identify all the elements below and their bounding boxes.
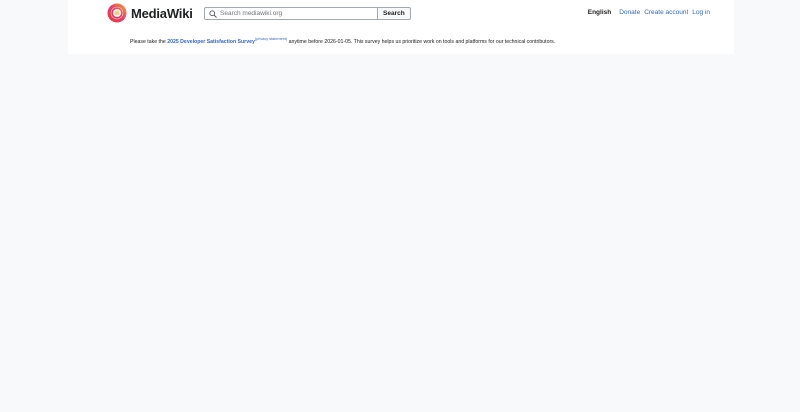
mediawiki-sunflower-icon [107,3,127,23]
notice-suffix: anytime before 2026-01-05. This survey h… [287,39,556,45]
search-box [204,7,377,20]
logo-text: MediaWiki [131,5,193,21]
search-button[interactable]: Search [377,7,411,20]
search-form: Search [204,7,411,20]
search-input[interactable] [217,8,370,19]
donate-link[interactable]: Donate [619,9,640,16]
notice-prefix: Please take the [130,39,168,45]
language-selector[interactable]: English [588,9,611,16]
site-notice: Please take the 2025 Developer Satisfact… [130,37,555,45]
create-account-link[interactable]: Create account [644,9,688,16]
page-container: MediaWiki Search English Donate Create a… [68,0,734,54]
user-nav: English Donate Create account Log in [588,9,710,16]
survey-link[interactable]: 2025 Developer Satisfaction Survey [167,39,255,45]
log-in-link[interactable]: Log in [692,9,710,16]
privacy-statement-sup: (privacy statement) [255,37,287,41]
site-logo[interactable]: MediaWiki [107,3,193,23]
search-icon [209,9,217,18]
privacy-statement-link[interactable]: privacy statement [256,37,286,41]
